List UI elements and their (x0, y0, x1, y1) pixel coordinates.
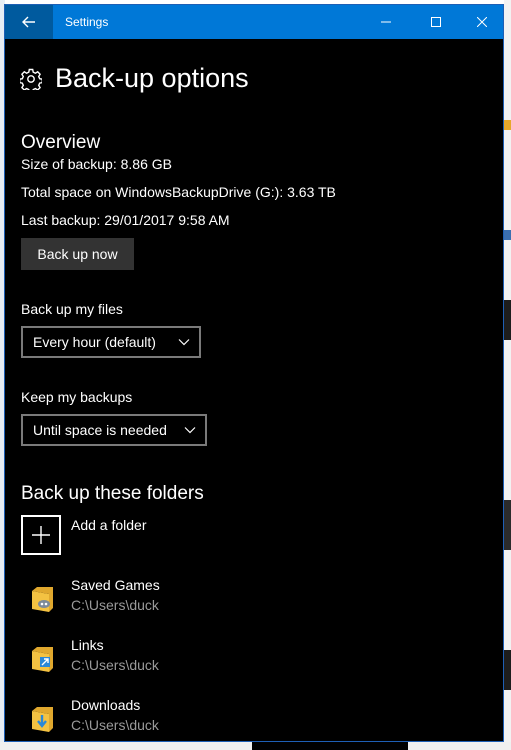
chevron-down-icon (178, 339, 190, 346)
plus-icon (32, 526, 50, 544)
add-folder-button[interactable] (21, 515, 61, 555)
close-button[interactable] (459, 5, 503, 39)
last-backup-text: Last backup: 29/01/2017 9:58 AM (21, 212, 230, 228)
folder-path: C:\Users\duck (71, 717, 159, 733)
backup-frequency-dropdown[interactable]: Every hour (default) (21, 326, 201, 358)
desktop-background-right (504, 0, 511, 750)
folder-name: Downloads (71, 697, 141, 713)
page-title: Back-up options (55, 63, 249, 93)
saved-games-folder-icon (32, 587, 53, 612)
folder-path: C:\Users\duck (71, 657, 159, 673)
maximize-icon (431, 17, 441, 27)
total-space-text: Total space on WindowsBackupDrive (G:): … (21, 184, 336, 200)
keep-backups-value: Until space is needed (33, 422, 167, 438)
add-folder-label[interactable]: Add a folder (71, 517, 147, 533)
folder-item-downloads[interactable]: Downloads C:\Users\duck (21, 697, 481, 741)
desktop-background-bottom (0, 742, 511, 750)
folder-name: Saved Games (71, 577, 160, 593)
downloads-folder-icon (32, 707, 53, 732)
folder-path: C:\Users\duck (71, 597, 159, 613)
window-title: Settings (65, 15, 109, 29)
size-of-backup-text: Size of backup: 8.86 GB (21, 156, 172, 172)
close-icon (477, 17, 487, 27)
overview-heading: Overview (21, 132, 101, 153)
keep-my-backups-label: Keep my backups (21, 389, 133, 405)
folder-name: Links (71, 637, 104, 653)
backup-frequency-value: Every hour (default) (33, 334, 156, 350)
keep-backups-dropdown[interactable]: Until space is needed (21, 414, 207, 446)
back-up-my-files-label: Back up my files (21, 301, 123, 317)
links-folder-icon (32, 647, 53, 672)
back-up-folders-heading: Back up these folders (21, 483, 204, 504)
back-up-now-button[interactable]: Back up now (21, 238, 134, 270)
chevron-down-icon (184, 427, 196, 434)
settings-window: Settings Back-up options Overview Size o… (4, 4, 504, 742)
minimize-button[interactable] (363, 5, 409, 39)
back-button[interactable] (5, 5, 53, 39)
minimize-icon (381, 21, 391, 23)
back-arrow-icon (22, 16, 35, 28)
title-bar: Settings (5, 5, 503, 39)
gear-icon (20, 68, 42, 90)
maximize-button[interactable] (413, 5, 459, 39)
folder-item-saved-games[interactable]: Saved Games C:\Users\duck (21, 577, 481, 621)
folder-item-links[interactable]: Links C:\Users\duck (21, 637, 481, 681)
